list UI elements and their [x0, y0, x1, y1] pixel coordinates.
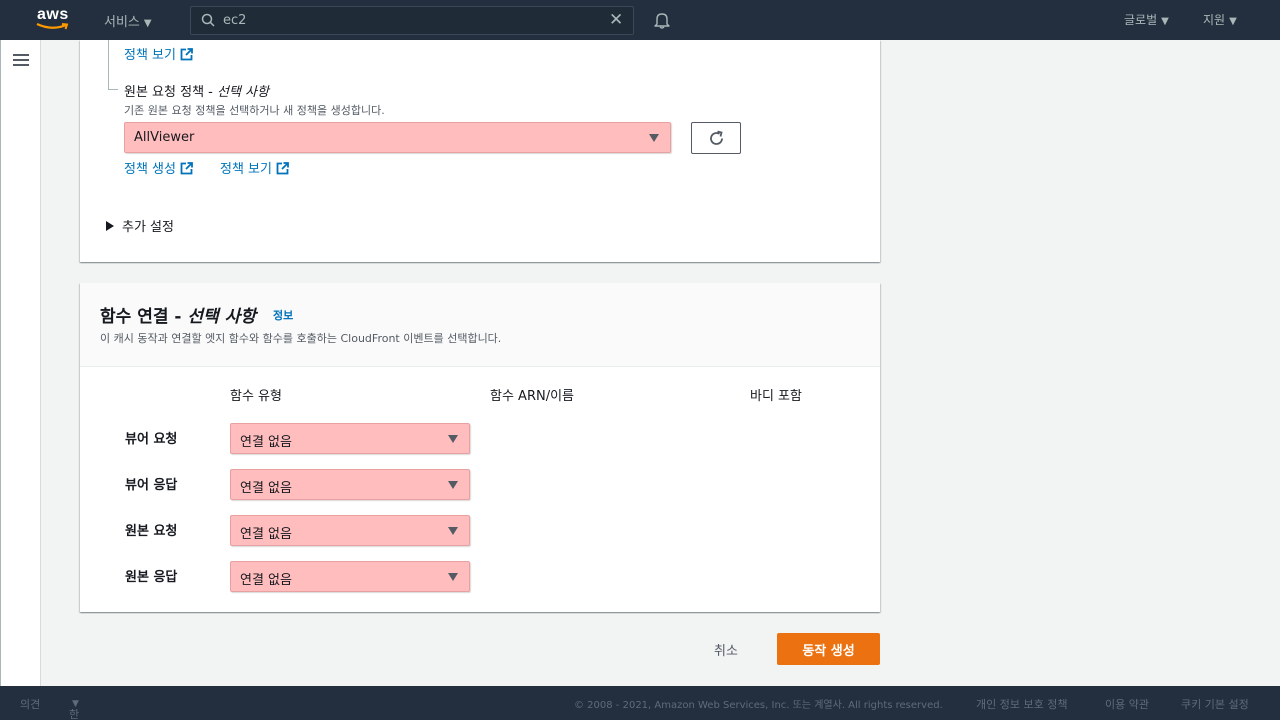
origin-request-policy-description: 기존 원본 요청 정책을 선택하거나 새 정책을 생성합니다.	[124, 104, 385, 117]
aws-smile-icon	[36, 22, 69, 30]
panel-header: 함수 연결 - 선택 사항 정보 이 캐시 동작과 연결할 엣지 함수와 함수를…	[80, 283, 880, 367]
external-link-icon	[180, 48, 193, 61]
panel-title: 함수 연결 - 선택 사항	[100, 302, 256, 327]
function-associations-panel: 함수 연결 - 선택 사항 정보 이 캐시 동작과 연결할 엣지 함수와 함수를…	[80, 283, 880, 612]
refresh-button[interactable]	[691, 122, 741, 154]
row-label-viewer-request: 뷰어 요청	[125, 432, 178, 447]
language-selector[interactable]: 한국어▼	[69, 696, 79, 720]
caret-down-icon: ▼	[1229, 16, 1237, 27]
clear-search-icon[interactable]: ✕	[609, 11, 623, 29]
view-cache-policy-label: 정책 보기	[124, 48, 176, 63]
panel-title-main: 함수 연결 -	[100, 307, 188, 327]
footer: 의견 한국어▼ © 2008 - 2021, Amazon Web Servic…	[0, 686, 1280, 720]
row-label-origin-response: 원본 응답	[125, 570, 178, 585]
dropdown-arrow-icon	[649, 134, 659, 142]
feedback-link[interactable]: 의견	[20, 696, 40, 712]
refresh-icon	[710, 130, 723, 145]
region-label: 글로벌	[1124, 13, 1158, 27]
panel-description: 이 캐시 동작과 연결할 엣지 함수와 함수를 호출하는 CloudFront …	[100, 332, 502, 345]
origin-request-function-select[interactable]: 연결 없음	[230, 515, 470, 546]
column-header-function-type: 함수 유형	[230, 389, 282, 404]
language-label: 한국어	[69, 708, 80, 720]
services-menu[interactable]: 서비스 ▼	[104, 11, 152, 30]
support-menu[interactable]: 지원 ▼	[1203, 11, 1237, 28]
caret-down-icon: ▼	[143, 18, 152, 29]
services-label: 서비스	[104, 15, 140, 30]
region-menu[interactable]: 글로벌 ▼	[1124, 11, 1169, 28]
origin-request-policy-select[interactable]: AllViewer	[124, 122, 671, 153]
row-label-origin-request: 원본 요청	[125, 524, 178, 539]
copyright-text: © 2008 - 2021, Amazon Web Services, Inc.…	[574, 700, 943, 711]
origin-request-function-value: 연결 없음	[240, 527, 292, 542]
dropdown-arrow-icon	[448, 573, 458, 581]
create-behavior-button[interactable]: 동작 생성	[777, 633, 880, 665]
info-link[interactable]: 정보	[273, 307, 293, 323]
tree-connector-elbow	[108, 89, 118, 90]
additional-settings-expander[interactable]: 추가 설정	[106, 216, 174, 235]
panel-title-optional: 선택 사항	[187, 307, 256, 327]
dropdown-arrow-icon	[448, 481, 458, 489]
viewer-request-function-value: 연결 없음	[240, 435, 292, 450]
support-label: 지원	[1203, 13, 1226, 27]
external-link-icon	[276, 162, 289, 175]
aws-logo[interactable]: aws	[36, 6, 72, 34]
hamburger-menu-icon[interactable]	[13, 54, 29, 68]
origin-request-policy-title: 원본 요청 정책 -	[124, 85, 217, 100]
origin-request-policy-value: AllViewer	[134, 130, 195, 145]
external-link-icon	[180, 162, 193, 175]
view-policy-label: 정책 보기	[220, 162, 272, 177]
search-input[interactable]	[223, 10, 593, 31]
dropdown-arrow-icon	[448, 527, 458, 535]
privacy-policy-link[interactable]: 개인 정보 보호 정책	[976, 696, 1067, 712]
dropdown-arrow-icon	[448, 435, 458, 443]
cache-settings-panel: 정책 보기 원본 요청 정책 - 선택 사항 기존 원본 요청 정책을 선택하거…	[80, 40, 880, 262]
sidebar	[0, 40, 41, 686]
search-box: ✕	[190, 6, 634, 35]
optional-label: 선택 사항	[216, 85, 269, 100]
tree-connector	[108, 40, 109, 89]
caret-down-icon: ▼	[1161, 16, 1169, 27]
terms-link[interactable]: 이용 약관	[1105, 696, 1149, 712]
row-label-viewer-response: 뷰어 응답	[125, 478, 178, 493]
bell-icon[interactable]	[653, 11, 671, 29]
viewer-request-function-select[interactable]: 연결 없음	[230, 423, 470, 454]
origin-request-policy-label: 원본 요청 정책 - 선택 사항	[124, 81, 269, 100]
cancel-button[interactable]: 취소	[700, 634, 752, 664]
cookie-preferences-link[interactable]: 쿠키 기본 설정	[1181, 696, 1249, 712]
top-navigation: aws 서비스▼ ✕ 글로벌▼ 지원▼	[0, 0, 1280, 40]
column-header-include-body: 바디 포함	[750, 389, 802, 404]
search-icon	[201, 13, 215, 27]
caret-right-icon	[106, 221, 114, 231]
create-policy-label: 정책 생성	[124, 162, 176, 177]
view-policy-link[interactable]: 정책 보기	[220, 158, 289, 177]
viewer-response-function-value: 연결 없음	[240, 481, 292, 496]
column-header-function-arn: 함수 ARN/이름	[490, 389, 575, 404]
origin-response-function-value: 연결 없음	[240, 573, 292, 588]
additional-settings-label: 추가 설정	[122, 220, 174, 235]
origin-response-function-select[interactable]: 연결 없음	[230, 561, 470, 592]
view-cache-policy-link[interactable]: 정책 보기	[124, 44, 193, 63]
create-policy-link[interactable]: 정책 생성	[124, 158, 193, 177]
viewer-response-function-select[interactable]: 연결 없음	[230, 469, 470, 500]
